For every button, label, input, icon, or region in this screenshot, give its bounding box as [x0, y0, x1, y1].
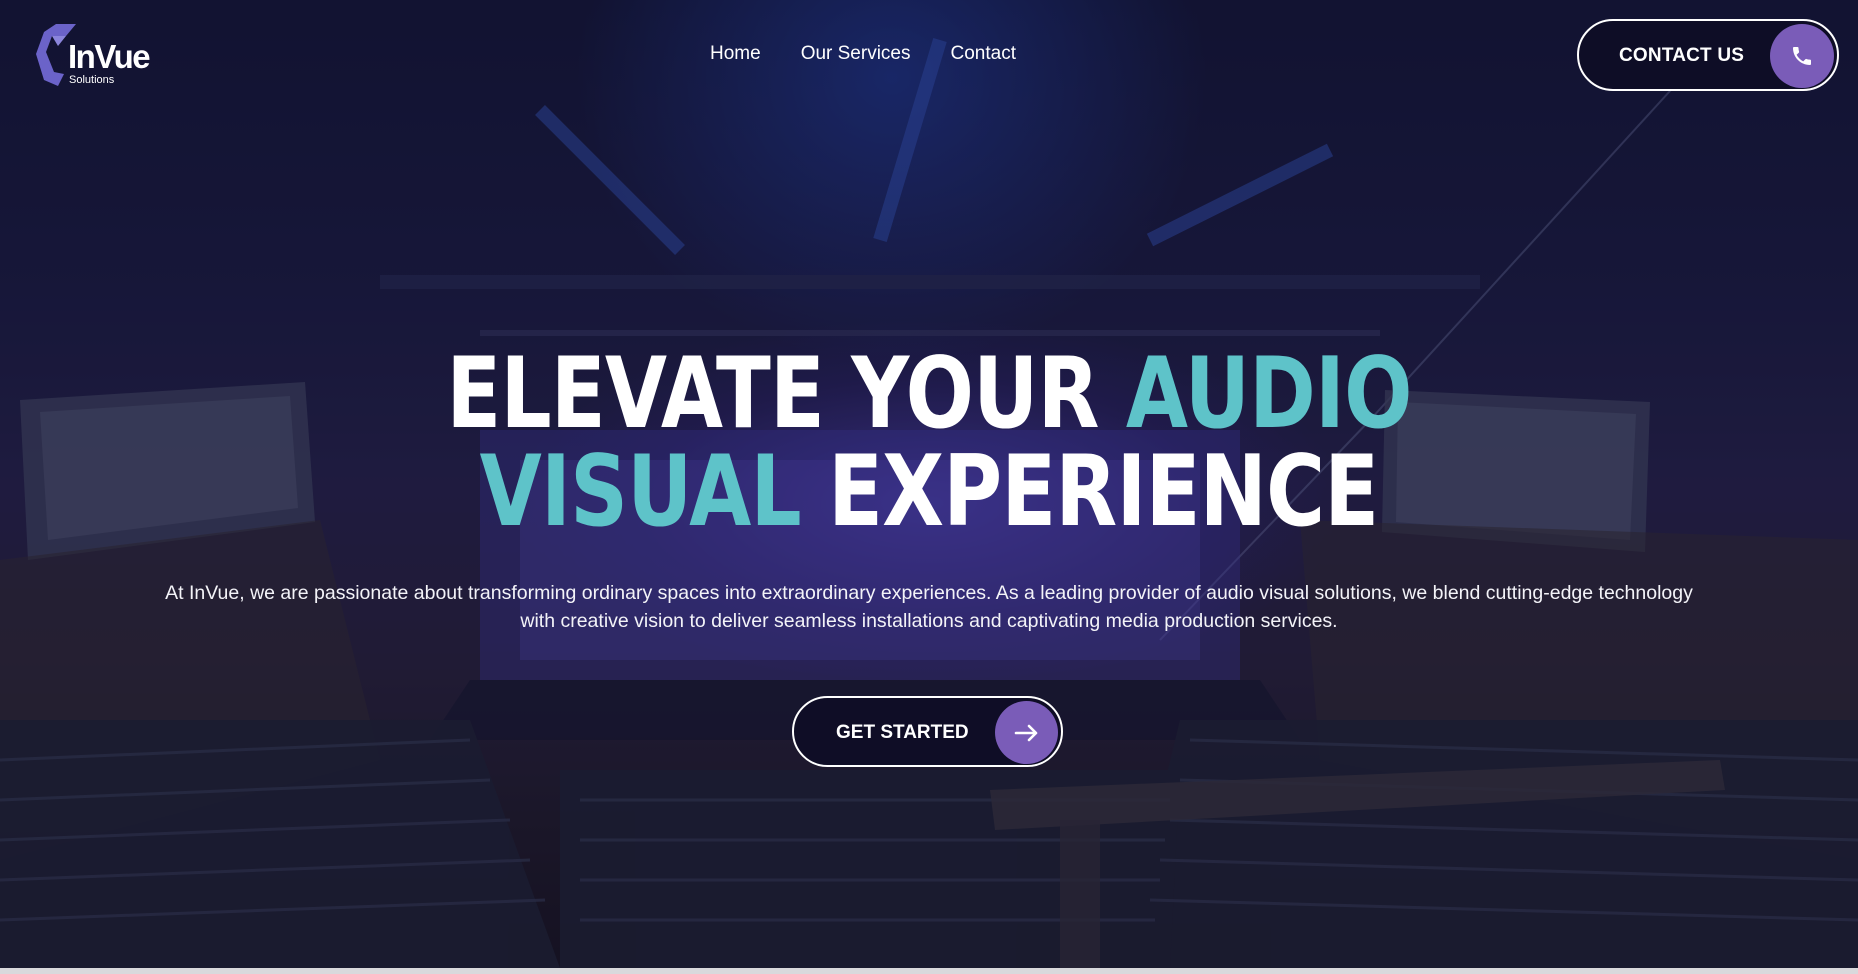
brand-name: InVue — [68, 38, 151, 75]
arrow-right-icon — [995, 701, 1058, 764]
headline-accent-text: AUDIO — [1125, 337, 1413, 451]
nav-item-our-services[interactable]: Our Services — [801, 43, 911, 65]
get-started-label: GET STARTED — [836, 722, 969, 743]
hero-description: At InVue, we are passionate about transf… — [165, 582, 1693, 632]
headline-white-text: ELEVATE YOUR — [446, 337, 1126, 451]
contact-us-label: CONTACT US — [1619, 45, 1745, 66]
headline-accent-text: VISUAL — [479, 435, 802, 549]
get-started-button[interactable]: GET STARTED — [792, 696, 1063, 767]
brand-tagline: Solutions — [69, 74, 115, 86]
nav-item-home[interactable]: Home — [710, 43, 761, 65]
main-nav: Home Our Services Contact — [710, 43, 1016, 65]
page-bottom-edge — [0, 968, 1858, 974]
headline-line-2: VISUAL EXPERIENCE — [167, 443, 1691, 541]
contact-us-button[interactable]: CONTACT US — [1577, 19, 1839, 91]
nav-item-contact[interactable]: Contact — [951, 43, 1016, 65]
headline-white-text: EXPERIENCE — [800, 435, 1379, 549]
brand-logo[interactable]: InVue Solutions — [36, 22, 156, 88]
headline-line-1: ELEVATE YOUR AUDIO — [167, 345, 1691, 443]
phone-icon — [1770, 24, 1834, 88]
